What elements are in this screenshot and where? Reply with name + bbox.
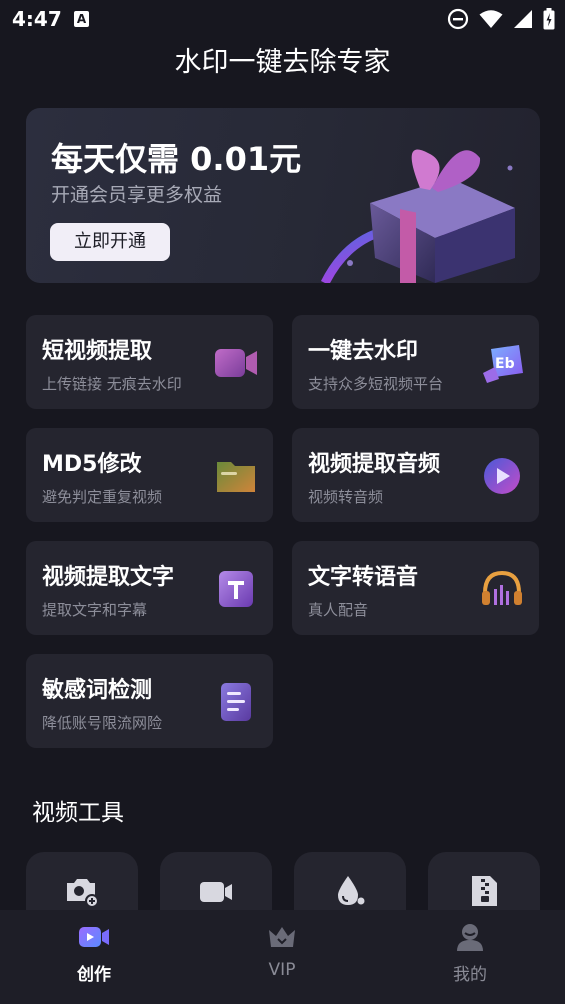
battery-icon xyxy=(543,8,555,30)
card-md5-modify[interactable]: MD5修改 避免判定重复视频 xyxy=(26,428,273,522)
card-title: 视频提取文字 xyxy=(42,565,175,590)
nav-label: 我的 xyxy=(453,965,487,985)
bottom-nav: 创作 VIP 我的 xyxy=(0,910,565,1004)
crown-icon xyxy=(269,927,295,947)
status-bar: 4:47 A xyxy=(0,0,565,38)
document-icon xyxy=(221,683,251,721)
card-extract-audio[interactable]: 视频提取音频 视频转音频 xyxy=(292,428,539,522)
signal-icon xyxy=(514,10,532,28)
create-video-icon xyxy=(79,927,109,947)
folder-icon xyxy=(217,462,255,492)
audio-play-icon xyxy=(484,458,520,494)
nav-vip[interactable]: VIP xyxy=(188,910,376,1004)
vip-banner[interactable]: 每天仅需 0.01元 开通会员享更多权益 立即开通 xyxy=(26,108,540,283)
zip-file-icon xyxy=(472,876,497,906)
card-title: MD5修改 xyxy=(42,452,142,477)
card-subtitle: 降低账号限流网险 xyxy=(42,714,163,732)
card-text-to-speech[interactable]: 文字转语音 真人配音 xyxy=(292,541,539,635)
banner-price: 每天仅需 0.01元 xyxy=(51,140,302,178)
video-icon xyxy=(200,882,232,902)
card-subtitle: 视频转音频 xyxy=(308,488,384,506)
video-tools-title: 视频工具 xyxy=(32,800,124,826)
card-subtitle: 避免判定重复视频 xyxy=(42,488,163,506)
card-subtitle: 支持众多短视频平台 xyxy=(308,375,444,393)
open-vip-button[interactable]: 立即开通 xyxy=(50,223,170,261)
banner-subtitle: 开通会员享更多权益 xyxy=(51,184,223,206)
profile-icon xyxy=(457,924,483,951)
svg-text:Eb: Eb xyxy=(495,356,515,372)
card-subtitle: 提取文字和字幕 xyxy=(42,601,148,619)
eraser-icon: Eb xyxy=(483,345,523,383)
card-subtitle: 真人配音 xyxy=(308,601,369,619)
status-time: 4:47 xyxy=(12,7,62,31)
card-title: 一键去水印 xyxy=(308,339,419,364)
notification-icon: A xyxy=(74,11,89,27)
card-title: 短视频提取 xyxy=(42,339,153,364)
headphones-icon xyxy=(482,570,522,605)
card-extract-text[interactable]: 视频提取文字 提取文字和字幕 xyxy=(26,541,273,635)
nav-mine[interactable]: 我的 xyxy=(376,910,564,1004)
status-icons xyxy=(447,8,555,30)
card-title: 文字转语音 xyxy=(308,565,419,590)
camera-add-icon xyxy=(67,879,99,908)
do-not-disturb-icon xyxy=(447,8,469,30)
card-short-video-extract[interactable]: 短视频提取 上传链接 无痕去水印 xyxy=(26,315,273,409)
video-camera-icon xyxy=(215,349,257,377)
nav-create[interactable]: 创作 xyxy=(0,910,188,1004)
card-title: 敏感词检测 xyxy=(42,678,153,703)
nav-label: 创作 xyxy=(77,965,111,985)
text-icon xyxy=(219,571,253,607)
card-remove-watermark[interactable]: 一键去水印 支持众多短视频平台 Eb xyxy=(292,315,539,409)
nav-label: VIP xyxy=(268,960,296,980)
gift-box-icon xyxy=(320,149,515,283)
card-title: 视频提取音频 xyxy=(308,452,441,477)
card-sensitive-word-check[interactable]: 敏感词检测 降低账号限流网险 xyxy=(26,654,273,748)
app-title: 水印一键去除专家 xyxy=(174,47,391,78)
wifi-icon xyxy=(479,10,503,28)
watermark-drop-icon xyxy=(338,876,365,905)
card-subtitle: 上传链接 无痕去水印 xyxy=(42,375,182,393)
